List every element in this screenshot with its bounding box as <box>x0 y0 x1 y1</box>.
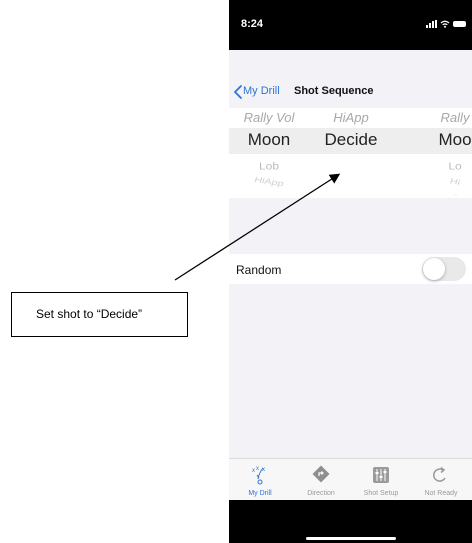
picker-option[interactable]: HiApp <box>229 172 309 192</box>
tab-my-drill[interactable]: x x x My Drill <box>229 459 291 501</box>
back-button[interactable]: My Drill <box>243 85 280 97</box>
toggle-knob <box>423 258 445 280</box>
status-bar: 8:24 <box>229 0 472 50</box>
picker-option[interactable]: HiApp <box>311 110 391 125</box>
annotation-text: Set shot to “Decide” <box>36 307 143 321</box>
picker-option[interactable]: Lo <box>415 160 472 172</box>
picker-column-3[interactable]: Rally Moo Lo Hi ~ <box>415 108 472 198</box>
svg-text:x: x <box>252 468 255 474</box>
status-icons <box>426 19 466 29</box>
tab-label: My Drill <box>248 490 272 497</box>
home-area <box>229 500 472 543</box>
annotation-callout: Set shot to “Decide” <box>11 292 188 337</box>
random-row: Random <box>229 254 472 284</box>
tab-direction[interactable]: Direction <box>290 459 352 501</box>
signal-icon <box>426 20 437 28</box>
navigation-bar: My Drill Shot Sequence <box>229 50 472 108</box>
status-time: 8:24 <box>241 18 264 30</box>
page-title: Shot Sequence <box>294 85 374 97</box>
picker-column-1[interactable]: Rally Vol Moon Lob HiApp <box>229 108 309 198</box>
phone-screen: 8:24 My Drill Shot Sequence Rally Vol Mo… <box>229 0 472 543</box>
tab-not-ready[interactable]: Not Ready <box>410 459 472 501</box>
shot-picker[interactable]: Rally Vol Moon Lob HiApp HiApp Decide Ra… <box>229 108 472 198</box>
picker-option[interactable]: Rally Vol <box>229 110 309 125</box>
direction-sign-icon <box>312 465 330 483</box>
picker-selected-option[interactable]: Moon <box>229 130 309 150</box>
picker-option[interactable]: Rally <box>415 110 472 125</box>
picker-option[interactable] <box>312 170 390 182</box>
tab-bar: x x x My Drill Direction Shot Setup Not … <box>229 458 472 501</box>
refresh-icon <box>433 466 446 482</box>
picker-option[interactable]: Hi <box>415 172 472 192</box>
picker-option[interactable]: ~ <box>415 193 472 198</box>
tab-label: Direction <box>307 490 335 497</box>
home-indicator[interactable] <box>306 537 396 540</box>
sliders-icon <box>373 467 389 483</box>
picker-selected-option[interactable]: Decide <box>311 130 391 150</box>
picker-selected-option[interactable]: Moo <box>415 130 472 150</box>
tab-label: Not Ready <box>424 490 458 497</box>
picker-column-2[interactable]: HiApp Decide <box>311 108 391 198</box>
battery-icon <box>453 21 466 27</box>
wifi-icon <box>440 20 450 28</box>
random-label: Random <box>236 263 282 277</box>
play-diagram-icon: x x x <box>252 466 265 485</box>
picker-option[interactable]: Lob <box>229 160 309 172</box>
tab-shot-setup[interactable]: Shot Setup <box>350 459 412 501</box>
random-toggle[interactable] <box>422 257 466 281</box>
tab-label: Shot Setup <box>363 490 399 497</box>
svg-text:x: x <box>256 466 259 472</box>
